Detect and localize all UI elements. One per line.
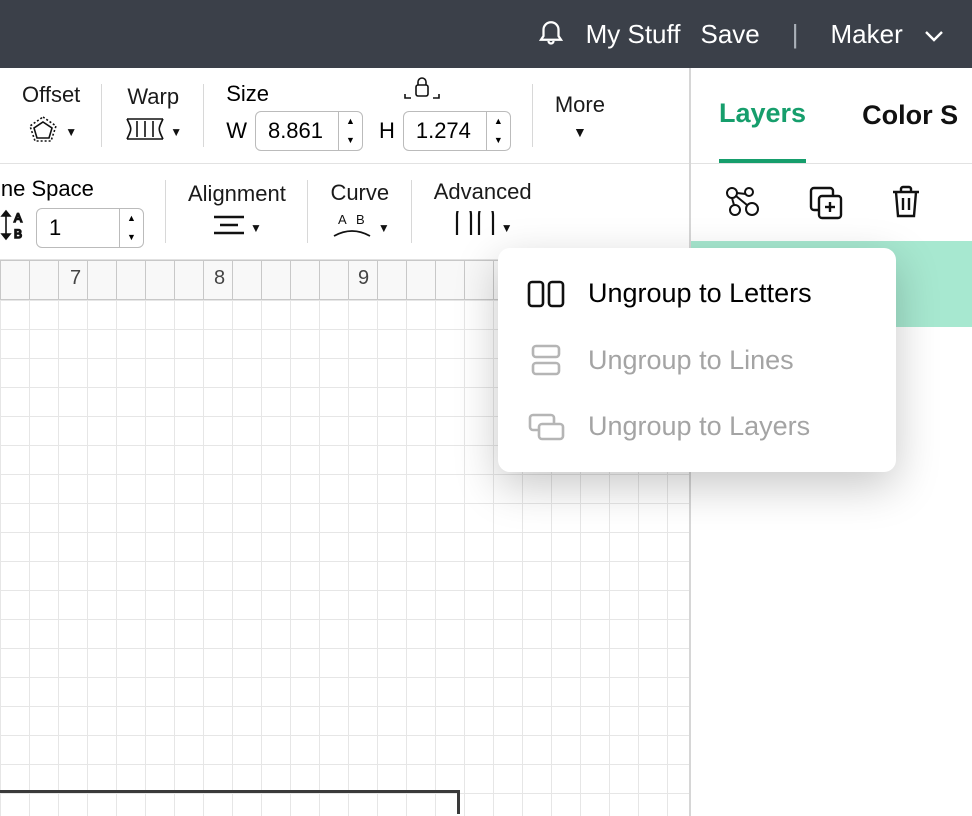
save-button[interactable]: Save bbox=[700, 19, 759, 50]
dropdown-caret-icon: ▼ bbox=[573, 124, 587, 140]
tab-layers[interactable]: Layers bbox=[719, 68, 806, 163]
toolbar-row-2: ine Space AB 1 ▲▼ Alignment ▼ Curve AB ▼ bbox=[0, 164, 689, 260]
width-spinner[interactable]: ▲▼ bbox=[338, 112, 362, 150]
width-label: W bbox=[226, 118, 247, 144]
layers-icon bbox=[526, 412, 566, 442]
height-value: 1.274 bbox=[416, 118, 471, 144]
line-space-input[interactable]: 1 ▲▼ bbox=[36, 208, 144, 248]
height-spinner[interactable]: ▲▼ bbox=[486, 112, 510, 150]
device-dropdown[interactable]: Maker bbox=[831, 19, 944, 50]
curve-label: Curve bbox=[330, 180, 389, 206]
line-space-spinner[interactable]: ▲▼ bbox=[119, 209, 143, 247]
warp-tool[interactable]: Warp ▼ bbox=[102, 68, 204, 163]
svg-text:A: A bbox=[14, 211, 22, 225]
size-group: Size W 8.861 ▲▼ H 1.274 ▲▼ bbox=[204, 68, 533, 163]
offset-tool[interactable]: Offset ▼ bbox=[0, 68, 102, 163]
svg-text:B: B bbox=[14, 227, 22, 241]
align-center-icon bbox=[212, 213, 246, 242]
top-bar: My Stuff Save | Maker bbox=[0, 0, 972, 68]
letters-icon bbox=[526, 279, 566, 309]
dropdown-caret-icon: ▼ bbox=[170, 125, 182, 139]
dropdown-caret-icon: ▼ bbox=[250, 221, 262, 235]
more-label: More bbox=[555, 92, 605, 118]
line-space-value: 1 bbox=[49, 215, 61, 241]
dropdown-caret-icon: ▼ bbox=[378, 221, 390, 235]
ungroup-lines-label: Ungroup to Lines bbox=[588, 345, 794, 376]
lock-aspect-button[interactable] bbox=[404, 76, 440, 105]
height-input[interactable]: 1.274 ▲▼ bbox=[403, 111, 511, 151]
bell-icon[interactable] bbox=[536, 16, 566, 53]
duplicate-icon[interactable] bbox=[807, 184, 843, 225]
line-space-tool: ine Space AB 1 ▲▼ bbox=[0, 164, 166, 259]
size-label: Size bbox=[226, 81, 269, 107]
device-label: Maker bbox=[831, 19, 903, 49]
ungroup-to-lines: Ungroup to Lines bbox=[526, 343, 868, 377]
lines-icon bbox=[526, 343, 566, 377]
line-space-icon: AB bbox=[0, 208, 28, 247]
ruler-tick: 9 bbox=[358, 267, 369, 290]
width-value: 8.861 bbox=[268, 118, 323, 144]
ruler-tick: 7 bbox=[70, 267, 81, 290]
dropdown-caret-icon: ▼ bbox=[65, 125, 77, 139]
more-tool[interactable]: More ▼ bbox=[533, 92, 627, 140]
layer-toolbar bbox=[691, 164, 972, 241]
advanced-popup: Ungroup to Letters Ungroup to Lines Ungr… bbox=[498, 248, 896, 472]
ungroup-to-letters[interactable]: Ungroup to Letters bbox=[526, 278, 868, 309]
alignment-label: Alignment bbox=[188, 181, 286, 207]
advanced-icon bbox=[453, 211, 497, 244]
my-stuff-link[interactable]: My Stuff bbox=[586, 19, 681, 50]
trash-icon[interactable] bbox=[889, 184, 923, 225]
svg-text:B: B bbox=[356, 212, 365, 227]
panel-tabs: Layers Color S bbox=[691, 68, 972, 164]
warp-label: Warp bbox=[127, 84, 179, 110]
selection-box[interactable] bbox=[0, 790, 460, 814]
alignment-tool[interactable]: Alignment ▼ bbox=[166, 164, 308, 259]
ruler-tick: 8 bbox=[214, 267, 225, 290]
svg-text:A: A bbox=[338, 212, 347, 227]
tab-color-sync[interactable]: Color S bbox=[862, 100, 958, 131]
advanced-label: Advanced bbox=[434, 179, 532, 205]
warp-icon bbox=[124, 116, 166, 147]
curve-tool[interactable]: Curve AB ▼ bbox=[308, 164, 412, 259]
line-space-label: ine Space bbox=[0, 176, 94, 202]
curve-icon: AB bbox=[330, 212, 374, 243]
offset-label: Offset bbox=[22, 82, 80, 108]
height-label: H bbox=[379, 118, 395, 144]
ungroup-to-layers: Ungroup to Layers bbox=[526, 411, 868, 442]
chevron-down-icon bbox=[924, 19, 944, 49]
ungroup-letters-label: Ungroup to Letters bbox=[588, 278, 812, 309]
group-icon[interactable] bbox=[723, 184, 761, 225]
toolbar-row-1: Offset ▼ Warp ▼ Size W bbox=[0, 68, 689, 164]
divider: | bbox=[792, 19, 799, 50]
dropdown-caret-icon: ▼ bbox=[501, 221, 513, 235]
offset-icon bbox=[25, 114, 61, 149]
ungroup-layers-label: Ungroup to Layers bbox=[588, 411, 810, 442]
width-input[interactable]: 8.861 ▲▼ bbox=[255, 111, 363, 151]
advanced-tool[interactable]: Advanced ▼ bbox=[412, 164, 554, 259]
